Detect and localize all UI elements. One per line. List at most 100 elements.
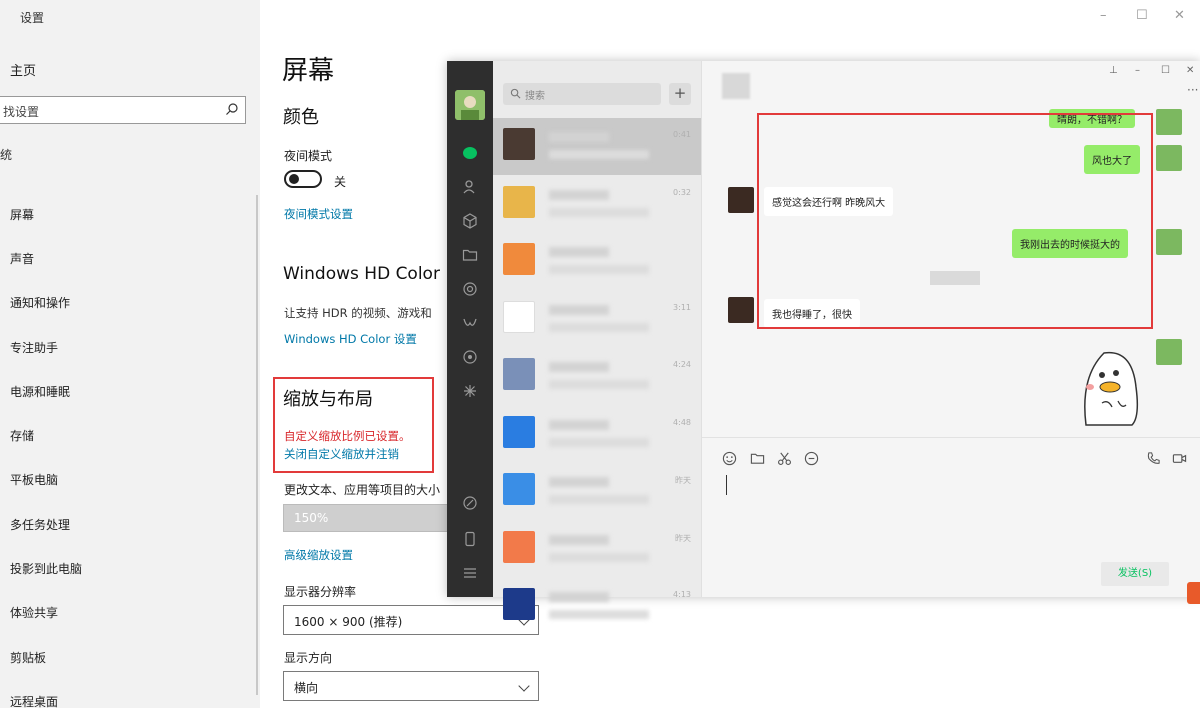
moments-icon[interactable]	[462, 281, 478, 297]
emoji-icon[interactable]	[722, 451, 737, 466]
wechat-search-input[interactable]: 搜索	[503, 83, 661, 105]
my-message-avatar	[1156, 229, 1182, 255]
nav-item-tablet[interactable]: 平板电脑	[0, 458, 260, 502]
hdr-description: 让支持 HDR 的视频、游戏和	[284, 306, 432, 320]
night-mode-state: 关	[334, 175, 347, 189]
search-placeholder: 搜索	[525, 91, 545, 102]
night-mode-toggle[interactable]	[284, 170, 322, 188]
nav-item-projecting[interactable]: 投影到此电脑	[0, 546, 260, 590]
channels-icon[interactable]	[462, 315, 478, 331]
more-button[interactable]: ···	[1187, 83, 1198, 97]
folder-icon[interactable]	[750, 451, 765, 466]
contacts-icon[interactable]	[462, 179, 478, 195]
my-avatar[interactable]	[455, 90, 485, 120]
conversation-avatar	[503, 473, 535, 505]
floating-widget-icon[interactable]	[1187, 582, 1200, 604]
maximize-button[interactable]: ☐	[1161, 65, 1170, 76]
search-icon[interactable]	[225, 102, 239, 116]
minimize-button[interactable]: –	[1135, 65, 1140, 76]
settings-title: 设置	[20, 11, 45, 25]
conversation-item[interactable]: 3:11	[493, 291, 701, 348]
conversation-time: 昨天	[675, 533, 691, 543]
conversation-time: 0:32	[673, 187, 691, 197]
nav-item-display[interactable]: 屏幕	[0, 192, 260, 236]
scale-select[interactable]: 150%	[283, 504, 453, 532]
conversation-name-blurred	[549, 419, 609, 430]
favorites-cube-icon[interactable]	[462, 213, 478, 229]
nav-item-shared-experiences[interactable]: 体验共享	[0, 591, 260, 635]
chat-history-icon[interactable]	[804, 451, 819, 466]
resolution-label: 显示器分辨率	[284, 585, 357, 599]
color-heading: 颜色	[283, 107, 319, 128]
folder-icon[interactable]	[462, 247, 478, 263]
hdr-settings-link[interactable]: Windows HD Color 设置	[284, 331, 417, 347]
mini-program-icon[interactable]	[462, 349, 478, 365]
conversation-preview-blurred	[549, 207, 649, 217]
spark-icon[interactable]	[462, 383, 478, 399]
video-call-icon[interactable]	[1172, 451, 1187, 466]
conversation-item[interactable]: 4:48	[493, 406, 701, 463]
nav-item-storage[interactable]: 存储	[0, 413, 260, 457]
chat-icon[interactable]	[462, 145, 478, 161]
wechat-nav-rail	[447, 61, 493, 597]
phone-icon[interactable]	[462, 531, 478, 547]
compass-icon[interactable]	[462, 495, 478, 511]
close-button[interactable]: ✕	[1186, 65, 1194, 76]
nav-item-clipboard[interactable]: 剪贴板	[0, 635, 260, 679]
conversation-item[interactable]: 0:32	[493, 176, 701, 233]
orientation-dropdown[interactable]: 横向	[283, 671, 539, 701]
nav-item-power-sleep[interactable]: 电源和睡眠	[0, 369, 260, 413]
conversation-avatar	[503, 185, 535, 218]
conversation-item[interactable]: 4:24	[493, 348, 701, 405]
nav-item-notifications[interactable]: 通知和操作	[0, 281, 260, 325]
add-button[interactable]: +	[669, 83, 691, 105]
pin-button[interactable]: ⊥	[1109, 65, 1118, 76]
conversation-name-blurred	[549, 132, 609, 142]
minimize-button[interactable]: –	[1100, 8, 1107, 23]
conversation-avatar	[503, 128, 535, 160]
nav-item-focus-assist[interactable]: 专注助手	[0, 325, 260, 369]
send-button[interactable]: 发送(S)	[1101, 562, 1169, 586]
conversation-preview-blurred	[549, 552, 649, 562]
nav-item-multitasking[interactable]: 多任务处理	[0, 502, 260, 546]
search-icon	[510, 88, 521, 99]
conversation-item[interactable]: 0:41	[493, 118, 701, 175]
conversation-item[interactable]: 4:13	[493, 578, 701, 635]
settings-search-input[interactable]: 找设置	[0, 96, 246, 124]
nav-item-remote-desktop[interactable]: 远程桌面	[0, 679, 260, 708]
duck-sticker-image[interactable]	[1074, 347, 1144, 427]
conversation-avatar	[503, 243, 535, 275]
conversation-item[interactable]: 昨天	[493, 463, 701, 520]
home-nav-item[interactable]: 主页	[10, 60, 36, 79]
night-mode-label: 夜间模式	[284, 149, 333, 163]
close-button[interactable]: ✕	[1174, 8, 1185, 23]
my-message-avatar	[1156, 145, 1182, 171]
search-placeholder: 找设置	[3, 105, 40, 119]
conversation-name-blurred	[549, 592, 609, 602]
conversation-preview-blurred	[549, 150, 649, 159]
conversation-avatar	[503, 415, 535, 448]
night-mode-settings-link[interactable]: 夜间模式设置	[284, 206, 353, 222]
orientation-value: 横向	[294, 681, 319, 695]
conversation-name-blurred	[549, 189, 609, 200]
conversation-item[interactable]: 昨天	[493, 521, 701, 578]
settings-sidebar: 设置 主页 找设置 统 屏幕 声音 通知和操作 专注助手 电源和睡眠 存储 平板…	[0, 0, 260, 708]
message-input-field[interactable]	[726, 475, 727, 495]
resolution-value: 1600 × 900 (推荐)	[294, 615, 403, 629]
orientation-label: 显示方向	[284, 651, 333, 665]
voice-call-icon[interactable]	[1146, 451, 1161, 466]
advanced-scale-link[interactable]: 高级缩放设置	[284, 547, 353, 563]
maximize-button[interactable]: ☐	[1136, 8, 1148, 23]
conversation-time: 4:24	[673, 360, 691, 369]
settings-nav-list: 屏幕 声音 通知和操作 专注助手 电源和睡眠 存储 平板电脑 多任务处理 投影到…	[0, 192, 260, 708]
home-label: 主页	[10, 64, 37, 79]
menu-icon[interactable]	[462, 565, 478, 581]
conversation-avatar	[503, 530, 535, 563]
page-title: 屏幕	[282, 56, 335, 86]
conversation-name-blurred	[549, 362, 609, 372]
scissors-icon[interactable]	[777, 451, 792, 466]
sidebar-scrollbar[interactable]	[256, 195, 258, 695]
conversation-item[interactable]	[493, 233, 701, 290]
conversation-avatar	[503, 300, 535, 333]
nav-item-sound[interactable]: 声音	[0, 236, 260, 280]
